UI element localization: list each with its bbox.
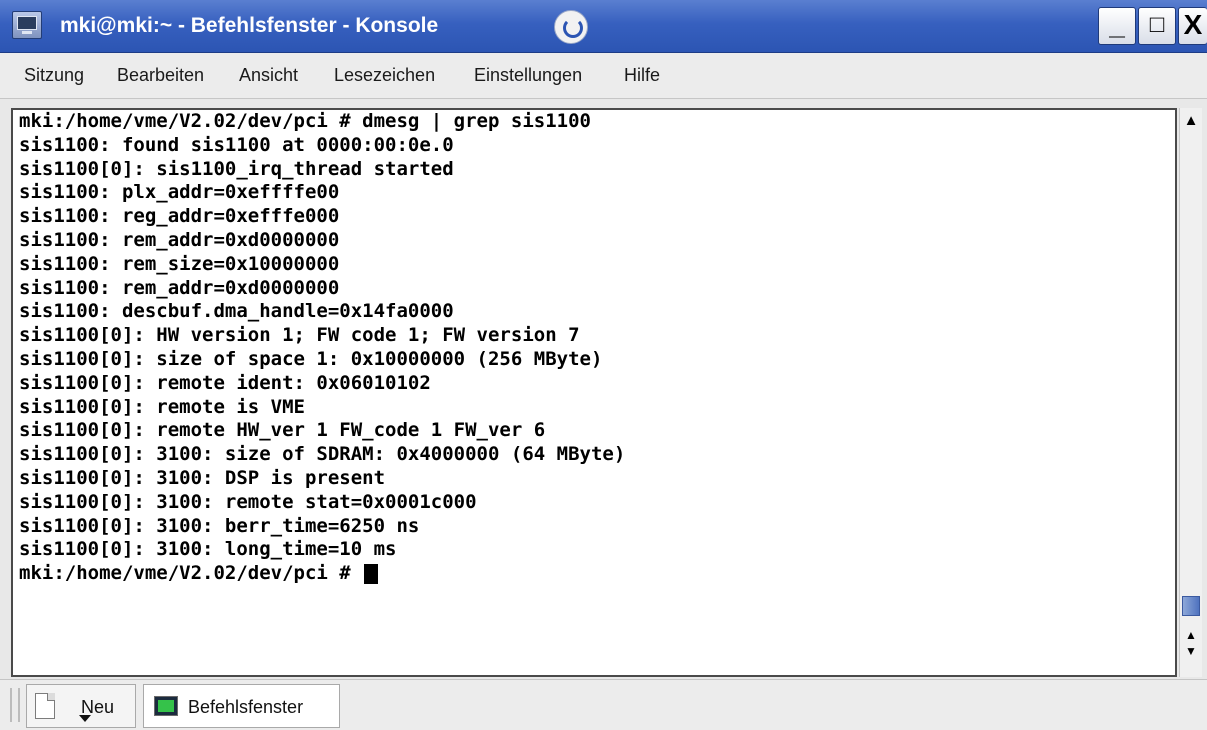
terminal-line: sis1100[0]: sis1100_irq_thread started xyxy=(19,157,454,180)
terminal-line: sis1100[0]: HW version 1; FW code 1; FW … xyxy=(19,324,580,347)
menu-lesezeichen[interactable]: Lesezeichen xyxy=(334,53,435,98)
terminal-line: sis1100[0]: 3100: long_time=10 ms xyxy=(19,538,397,561)
menu-sitzung[interactable]: Sitzung xyxy=(24,53,84,98)
close-button[interactable]: X xyxy=(1178,7,1207,45)
konsole-app-icon[interactable] xyxy=(12,11,42,39)
terminal-line: sis1100[0]: remote is VME xyxy=(19,395,305,418)
terminal-prompt-line[interactable]: mki:/home/vme/V2.02/dev/pci # xyxy=(13,562,1175,586)
terminal-line: sis1100: descbuf.dma_handle=0x14fa0000 xyxy=(19,300,454,323)
help-swirl-icon[interactable] xyxy=(554,10,588,44)
terminal-line: sis1100[0]: 3100: remote stat=0x0001c000 xyxy=(19,490,477,513)
terminal-line: sis1100: rem_addr=0xd0000000 xyxy=(19,228,340,251)
session-tabbar: Neu Befehlsfenster xyxy=(0,679,1207,730)
window-title: mki@mki:~ - Befehlsfenster - Konsole xyxy=(60,14,439,37)
menu-hilfe[interactable]: Hilfe xyxy=(624,53,660,98)
menu-einstellungen[interactable]: Einstellungen xyxy=(474,53,582,98)
new-session-button[interactable]: Neu xyxy=(26,684,136,728)
maximize-button[interactable]: □ xyxy=(1138,7,1176,45)
terminal-line: sis1100[0]: remote HW_ver 1 FW_code 1 FW… xyxy=(19,419,546,442)
tab-label: Befehlsfenster xyxy=(188,697,304,717)
terminal-line: sis1100[0]: 3100: size of SDRAM: 0x40000… xyxy=(19,443,626,466)
terminal-line: sis1100: rem_size=0x10000000 xyxy=(19,252,340,275)
terminal-line: sis1100: rem_addr=0xd0000000 xyxy=(19,276,340,299)
new-document-icon xyxy=(35,693,55,719)
terminal-output[interactable]: mki:/home/vme/V2.02/dev/pci # dmesg | gr… xyxy=(11,108,1177,677)
text-cursor xyxy=(364,563,379,584)
menu-bearbeiten[interactable]: Bearbeiten xyxy=(117,53,204,98)
terminal-line: sis1100[0]: size of space 1: 0x10000000 … xyxy=(19,347,603,370)
scrollbar-thumb[interactable] xyxy=(1182,596,1200,616)
scroll-up-arrow-icon[interactable]: ▲ xyxy=(1181,110,1201,132)
minimize-button[interactable]: _ xyxy=(1098,7,1136,45)
tab-befehlsfenster[interactable]: Befehlsfenster xyxy=(143,684,340,728)
menu-ansicht[interactable]: Ansicht xyxy=(239,53,298,98)
new-session-label: Neu xyxy=(81,697,115,717)
terminal-line: sis1100: reg_addr=0xefffe000 xyxy=(19,205,340,228)
terminal-line: sis1100[0]: 3100: DSP is present xyxy=(19,466,386,489)
chevron-down-icon[interactable] xyxy=(79,715,91,722)
menubar: Sitzung Bearbeiten Ansicht Lesezeichen E… xyxy=(0,53,1207,99)
terminal-line: sis1100[0]: remote ident: 0x06010102 xyxy=(19,371,431,394)
terminal-line: mki:/home/vme/V2.02/dev/pci # dmesg | gr… xyxy=(19,110,591,132)
terminal-line: sis1100[0]: 3100: berr_time=6250 ns xyxy=(19,514,420,537)
toolbar-grip[interactable] xyxy=(10,688,20,722)
window-titlebar[interactable]: mki@mki:~ - Befehlsfenster - Konsole _ □… xyxy=(0,0,1207,53)
terminal-line: sis1100: plx_addr=0xeffffe00 xyxy=(19,181,340,204)
terminal-line: sis1100: found sis1100 at 0000:00:0e.0 xyxy=(19,133,454,156)
terminal-prompt: mki:/home/vme/V2.02/dev/pci # xyxy=(19,562,363,585)
terminal-icon xyxy=(154,696,178,716)
terminal-scrollbar[interactable]: ▲ ▲ ▼ xyxy=(1179,108,1202,677)
scroll-down-arrow-icon[interactable]: ▼ xyxy=(1181,644,1201,666)
